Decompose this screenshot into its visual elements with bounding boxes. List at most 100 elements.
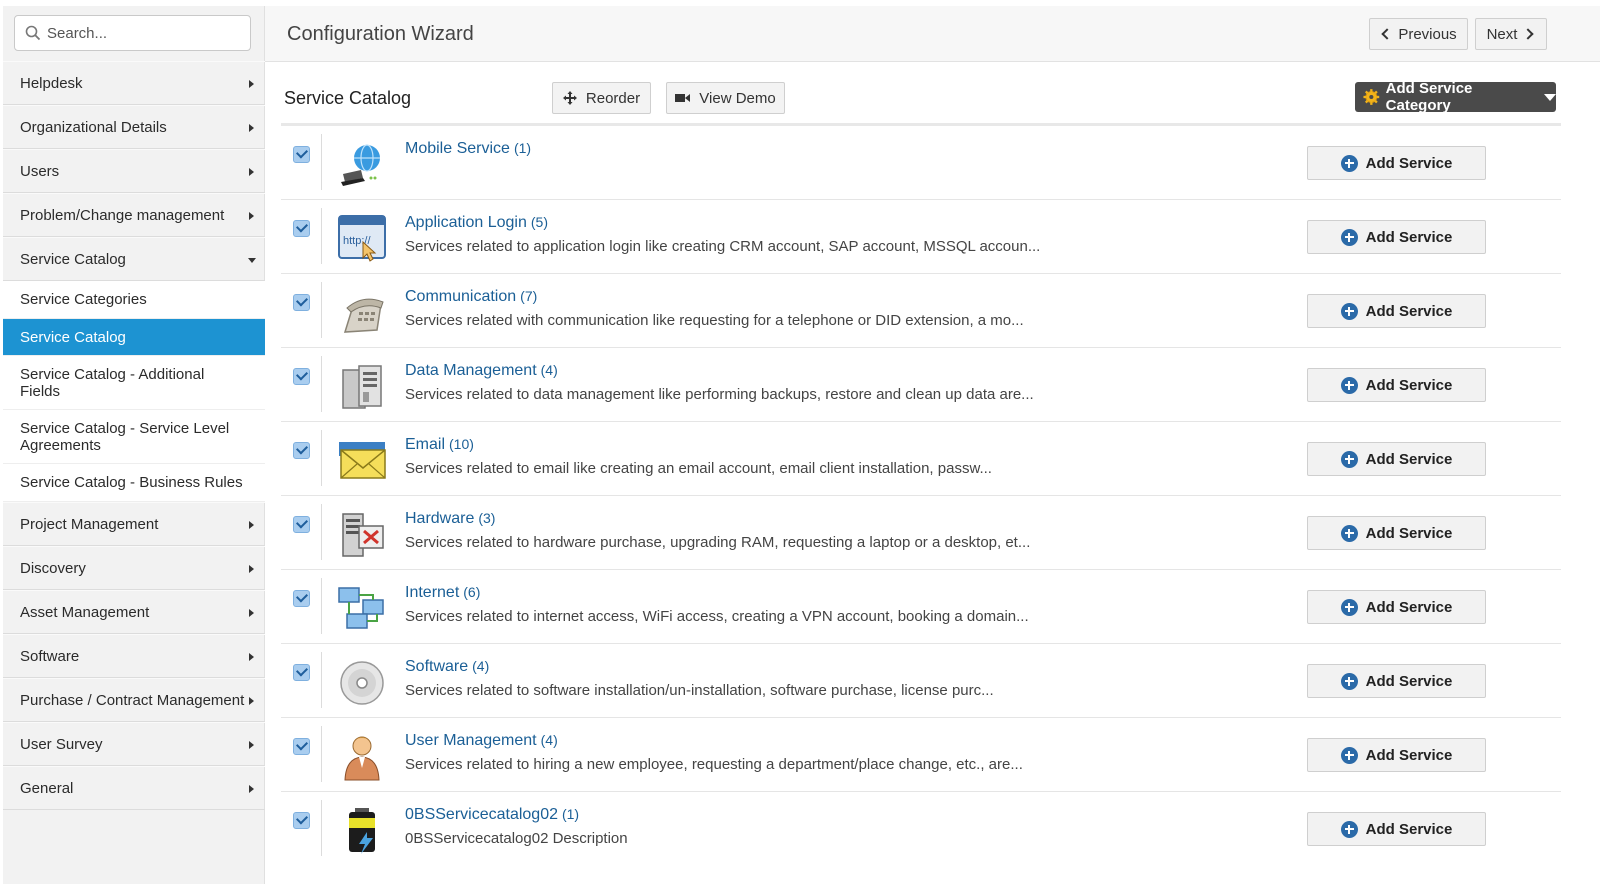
row-divider (321, 282, 322, 338)
add-service-label: Add Service (1365, 228, 1453, 246)
category-row: http:// Application Login (5) Services re… (281, 200, 1561, 274)
subnav-item-label: Service Categories (20, 291, 147, 308)
category-checkbox[interactable] (293, 442, 310, 459)
search-icon (25, 25, 41, 41)
category-checkbox[interactable] (293, 664, 310, 681)
plus-circle-icon (1340, 376, 1358, 394)
app: Helpdesk Organizational Details Users Pr… (0, 0, 1600, 884)
category-name-link[interactable]: Communication (7) (405, 288, 537, 306)
category-row: Email (10) Services related to email like… (281, 422, 1561, 496)
add-service-button[interactable]: Add Service (1307, 516, 1486, 550)
plus-circle-icon (1340, 672, 1358, 690)
sidebar-item-users[interactable]: Users (3, 149, 265, 193)
telephone-icon (343, 298, 384, 333)
category-count: (3) (478, 510, 496, 526)
category-checkbox[interactable] (293, 590, 310, 607)
subnav-item-sla[interactable]: Service Catalog - Service Level Agreemen… (3, 410, 265, 464)
add-service-button[interactable]: Add Service (1307, 664, 1486, 698)
category-name: 0BSServicecatalog02 (405, 806, 558, 823)
subnav-item-business-rules[interactable]: Service Catalog - Business Rules (3, 464, 265, 502)
category-row: Data Management (4) Services related to d… (281, 348, 1561, 422)
add-service-button[interactable]: Add Service (1307, 294, 1486, 328)
category-name-link[interactable]: Data Management (4) (405, 362, 558, 380)
sidebar-item-general[interactable]: General (3, 766, 265, 810)
category-description: Services related with communication like… (405, 312, 1024, 329)
add-service-label: Add Service (1365, 302, 1453, 320)
category-name-link[interactable]: User Management (4) (405, 732, 558, 750)
next-button-label: Next (1486, 25, 1518, 43)
category-count: (1) (561, 806, 580, 822)
category-checkbox[interactable] (293, 812, 310, 829)
category-name-link[interactable]: Hardware (3) (405, 510, 495, 528)
category-row: User Management (4) Services related to h… (281, 718, 1561, 792)
category-name-link[interactable]: Application Login (5) (405, 214, 548, 232)
next-button[interactable]: Next (1475, 18, 1547, 50)
reorder-button-label: Reorder (585, 89, 641, 107)
category-name-link[interactable]: Software (4) (405, 658, 489, 676)
category-checkbox[interactable] (293, 368, 310, 385)
category-checkbox[interactable] (293, 738, 310, 755)
add-service-button[interactable]: Add Service (1307, 146, 1486, 180)
category-checkbox[interactable] (293, 294, 310, 311)
previous-button[interactable]: Previous (1369, 18, 1468, 50)
sidebar-item-purchase-contract[interactable]: Purchase / Contract Management (3, 678, 265, 722)
add-service-button[interactable]: Add Service (1307, 368, 1486, 402)
category-checkbox[interactable] (293, 146, 310, 163)
category-name-link[interactable]: Mobile Service (1) (405, 140, 531, 158)
chevron-left-icon (1381, 28, 1393, 40)
reorder-button[interactable]: Reorder (552, 82, 651, 114)
category-name: User Management (405, 732, 537, 749)
add-service-button[interactable]: Add Service (1307, 220, 1486, 254)
search-box[interactable] (14, 15, 251, 51)
sidebar-item-label: Organizational Details (20, 118, 167, 136)
sidebar-item-project-management[interactable]: Project Management (3, 502, 265, 546)
search-input[interactable] (47, 16, 247, 50)
chevron-right-icon (249, 80, 254, 88)
sidebar-item-discovery[interactable]: Discovery (3, 546, 265, 590)
category-name-link[interactable]: Internet (6) (405, 584, 480, 602)
chevron-right-icon (249, 124, 254, 132)
sidebar-item-label: Purchase / Contract Management (20, 691, 245, 709)
subnav-item-service-catalog[interactable]: Service Catalog (3, 319, 265, 356)
view-demo-button-label: View Demo (699, 89, 776, 107)
category-count: (4) (540, 732, 558, 748)
category-count: (6) (463, 584, 481, 600)
add-service-button[interactable]: Add Service (1307, 442, 1486, 476)
sidebar-item-helpdesk[interactable]: Helpdesk (3, 61, 265, 105)
sidebar-item-label: Problem/Change management (20, 206, 225, 224)
chevron-down-icon (248, 258, 256, 263)
add-service-button[interactable]: Add Service (1307, 738, 1486, 772)
chevron-right-icon (249, 212, 254, 220)
subnav-item-additional-fields[interactable]: Service Catalog - Additional Fields (3, 356, 265, 410)
plus-circle-icon (1340, 598, 1358, 616)
sidebar-item-user-survey[interactable]: User Survey (3, 722, 265, 766)
subnav-item-service-categories[interactable]: Service Categories (3, 281, 265, 319)
sidebar-subnav: Service Categories Service Catalog Servi… (3, 281, 265, 502)
move-icon (562, 91, 577, 105)
category-checkbox[interactable] (293, 516, 310, 533)
subnav-item-label: Service Catalog - Service Level Agreemen… (20, 419, 230, 454)
main-content: Configuration Wizard Previous Next Servi… (265, 6, 1600, 884)
video-camera-icon (675, 94, 691, 102)
sidebar-item-asset-management[interactable]: Asset Management (3, 590, 265, 634)
add-service-button[interactable]: Add Service (1307, 590, 1486, 624)
add-service-category-button[interactable]: Add Service Category (1355, 80, 1556, 114)
category-checkbox[interactable] (293, 220, 310, 237)
add-service-label: Add Service (1365, 820, 1453, 838)
catalog-toolbar: Service Catalog Reorder View Demo Add Se… (281, 76, 1561, 126)
subnav-item-label: Service Catalog - Additional Fields (20, 365, 205, 400)
add-service-button[interactable]: Add Service (1307, 812, 1486, 846)
sidebar-item-service-catalog[interactable]: Service Catalog (3, 237, 265, 281)
category-count: (4) (472, 658, 490, 674)
sidebar-item-label: Helpdesk (20, 74, 83, 92)
category-description: Services related to email like creating … (405, 460, 992, 477)
sidebar-item-organizational-details[interactable]: Organizational Details (3, 105, 265, 149)
sidebar-item-label: Users (20, 162, 60, 180)
chevron-right-icon (249, 521, 254, 529)
sidebar-item-software[interactable]: Software (3, 634, 265, 678)
category-name-link[interactable]: Email (10) (405, 436, 474, 454)
category-name-link[interactable]: 0BSServicecatalog02 (1) (405, 806, 579, 824)
sidebar-item-problem-change[interactable]: Problem/Change management (3, 193, 265, 237)
view-demo-button[interactable]: View Demo (666, 82, 785, 114)
category-description: 0BSServicecatalog02 Description (405, 830, 628, 847)
